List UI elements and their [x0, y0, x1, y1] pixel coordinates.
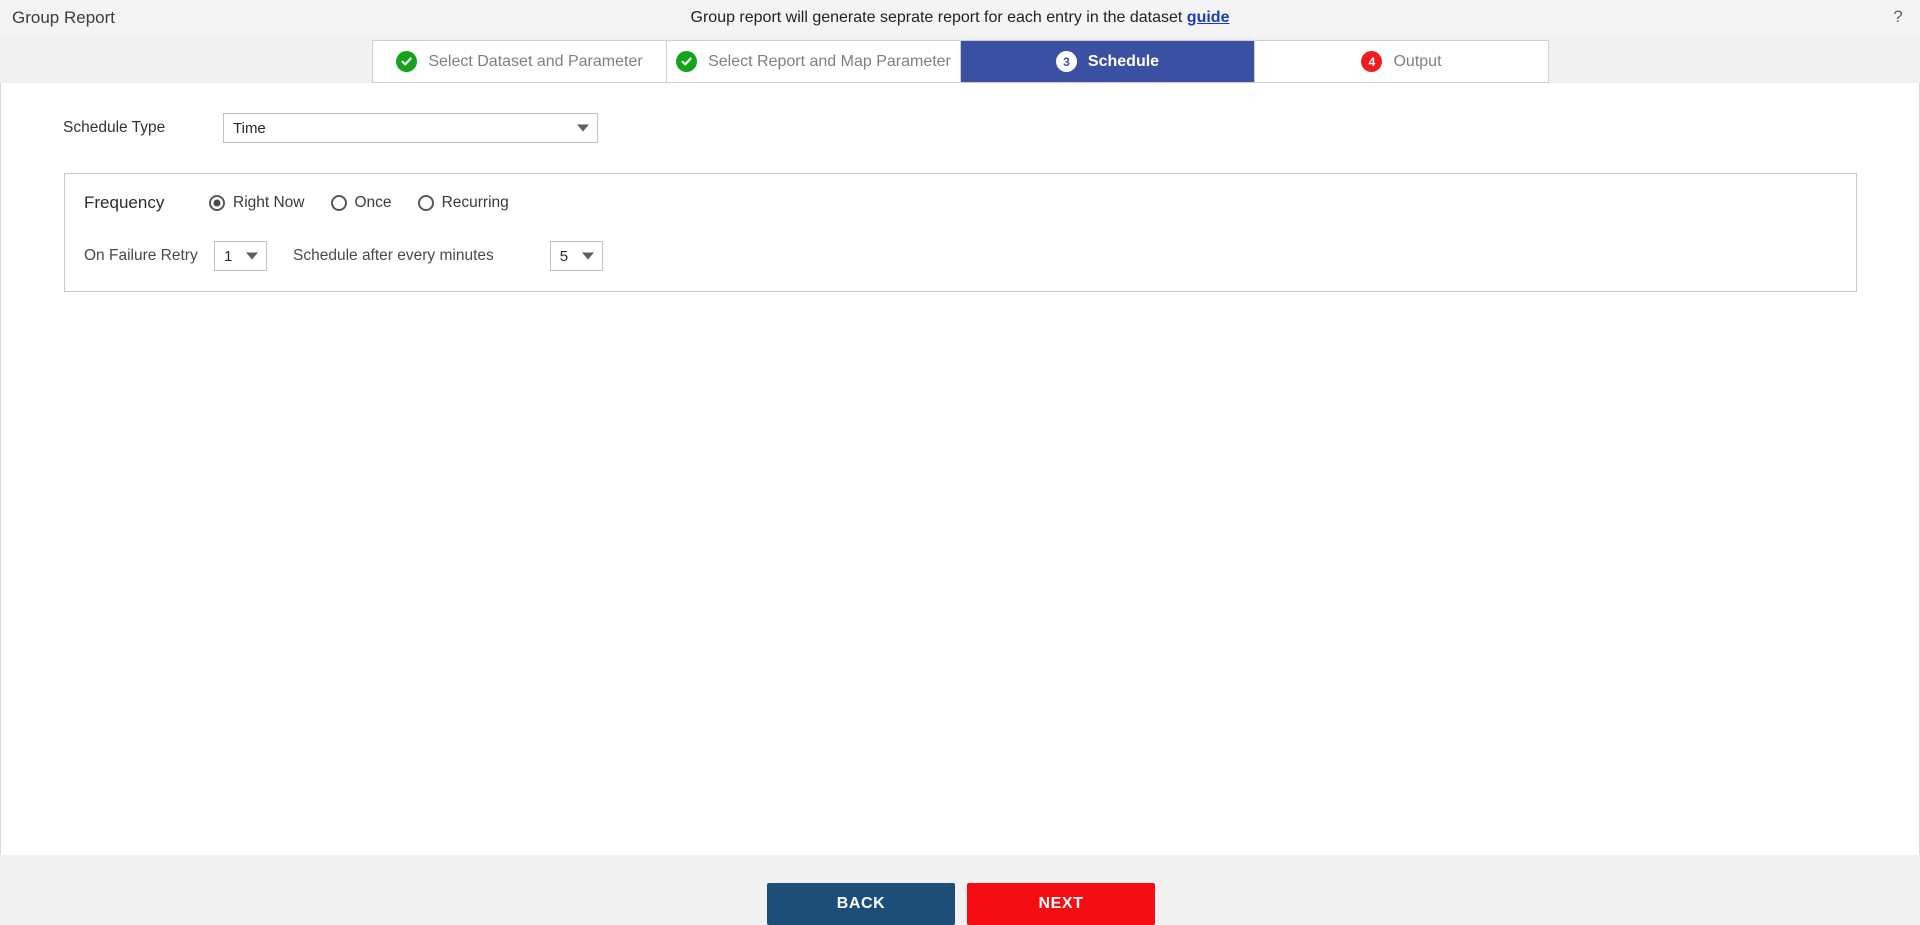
on-failure-retry-select[interactable]: 1 — [214, 241, 267, 271]
radio-right-now[interactable]: Right Now — [209, 194, 305, 212]
banner-message: Group report will generate seprate repor… — [0, 9, 1920, 27]
main-content: Schedule Type Time Frequency Right Now O… — [0, 83, 1920, 925]
check-circle-icon — [676, 51, 698, 72]
schedule-after-minutes-label: Schedule after every minutes — [293, 247, 494, 264]
frequency-row: Frequency Right Now Once Recurring — [84, 193, 535, 213]
guide-link[interactable]: guide — [1187, 9, 1230, 26]
footer-actions: BACK NEXT — [1, 883, 1920, 925]
radio-icon — [330, 195, 347, 211]
schedule-after-minutes-select[interactable]: 5 — [549, 241, 603, 271]
frequency-panel: Frequency Right Now Once Recurring On Fa… — [64, 173, 1857, 292]
schedule-type-label: Schedule Type — [63, 119, 166, 136]
wizard-tab-bar: Select Dataset and Parameter Select Repo… — [372, 40, 1549, 83]
on-failure-retry-label: On Failure Retry — [84, 247, 198, 264]
bottom-strip — [0, 855, 1920, 877]
step-number-badge: 4 — [1361, 51, 1383, 72]
next-button[interactable]: NEXT — [967, 883, 1155, 925]
schedule-type-select[interactable]: Time — [223, 113, 598, 143]
tab-schedule[interactable]: 3 Schedule — [961, 41, 1255, 82]
banner-text: Group report will generate seprate repor… — [690, 9, 1183, 26]
on-failure-retry-value: 1 — [224, 247, 233, 265]
radio-recurring[interactable]: Recurring — [417, 194, 509, 212]
tab-label: Schedule — [1087, 52, 1160, 70]
chevron-down-icon — [577, 124, 589, 132]
step-number-badge: 3 — [1055, 51, 1077, 72]
tab-output[interactable]: 4 Output — [1255, 41, 1548, 82]
tab-label: Select Report and Map Parameter — [708, 52, 951, 70]
radio-once[interactable]: Once — [330, 194, 392, 212]
check-circle-icon — [396, 51, 418, 72]
help-icon[interactable]: ? — [1888, 7, 1908, 27]
back-button[interactable]: BACK — [767, 883, 955, 925]
top-bar: Group Report Group report will generate … — [0, 0, 1920, 36]
radio-icon — [209, 195, 225, 211]
radio-label: Once — [354, 194, 392, 211]
chevron-down-icon — [246, 252, 258, 260]
schedule-type-row: Schedule Type Time — [63, 113, 598, 143]
retry-row: On Failure Retry 1 Schedule after every … — [84, 241, 603, 271]
schedule-after-minutes-value: 5 — [559, 247, 569, 265]
tab-select-dataset-and-parameter[interactable]: Select Dataset and Parameter — [373, 41, 667, 82]
radio-label: Recurring — [441, 194, 509, 211]
radio-icon — [417, 195, 434, 211]
tab-select-report-and-map-parameter[interactable]: Select Report and Map Parameter — [667, 41, 961, 82]
radio-label: Right Now — [233, 194, 305, 211]
tab-label: Output — [1393, 52, 1442, 70]
schedule-type-value: Time — [233, 119, 266, 137]
frequency-radio-group: Right Now Once Recurring — [209, 194, 535, 212]
frequency-label: Frequency — [84, 193, 165, 212]
tab-label: Select Dataset and Parameter — [428, 52, 643, 70]
chevron-down-icon — [581, 252, 594, 260]
